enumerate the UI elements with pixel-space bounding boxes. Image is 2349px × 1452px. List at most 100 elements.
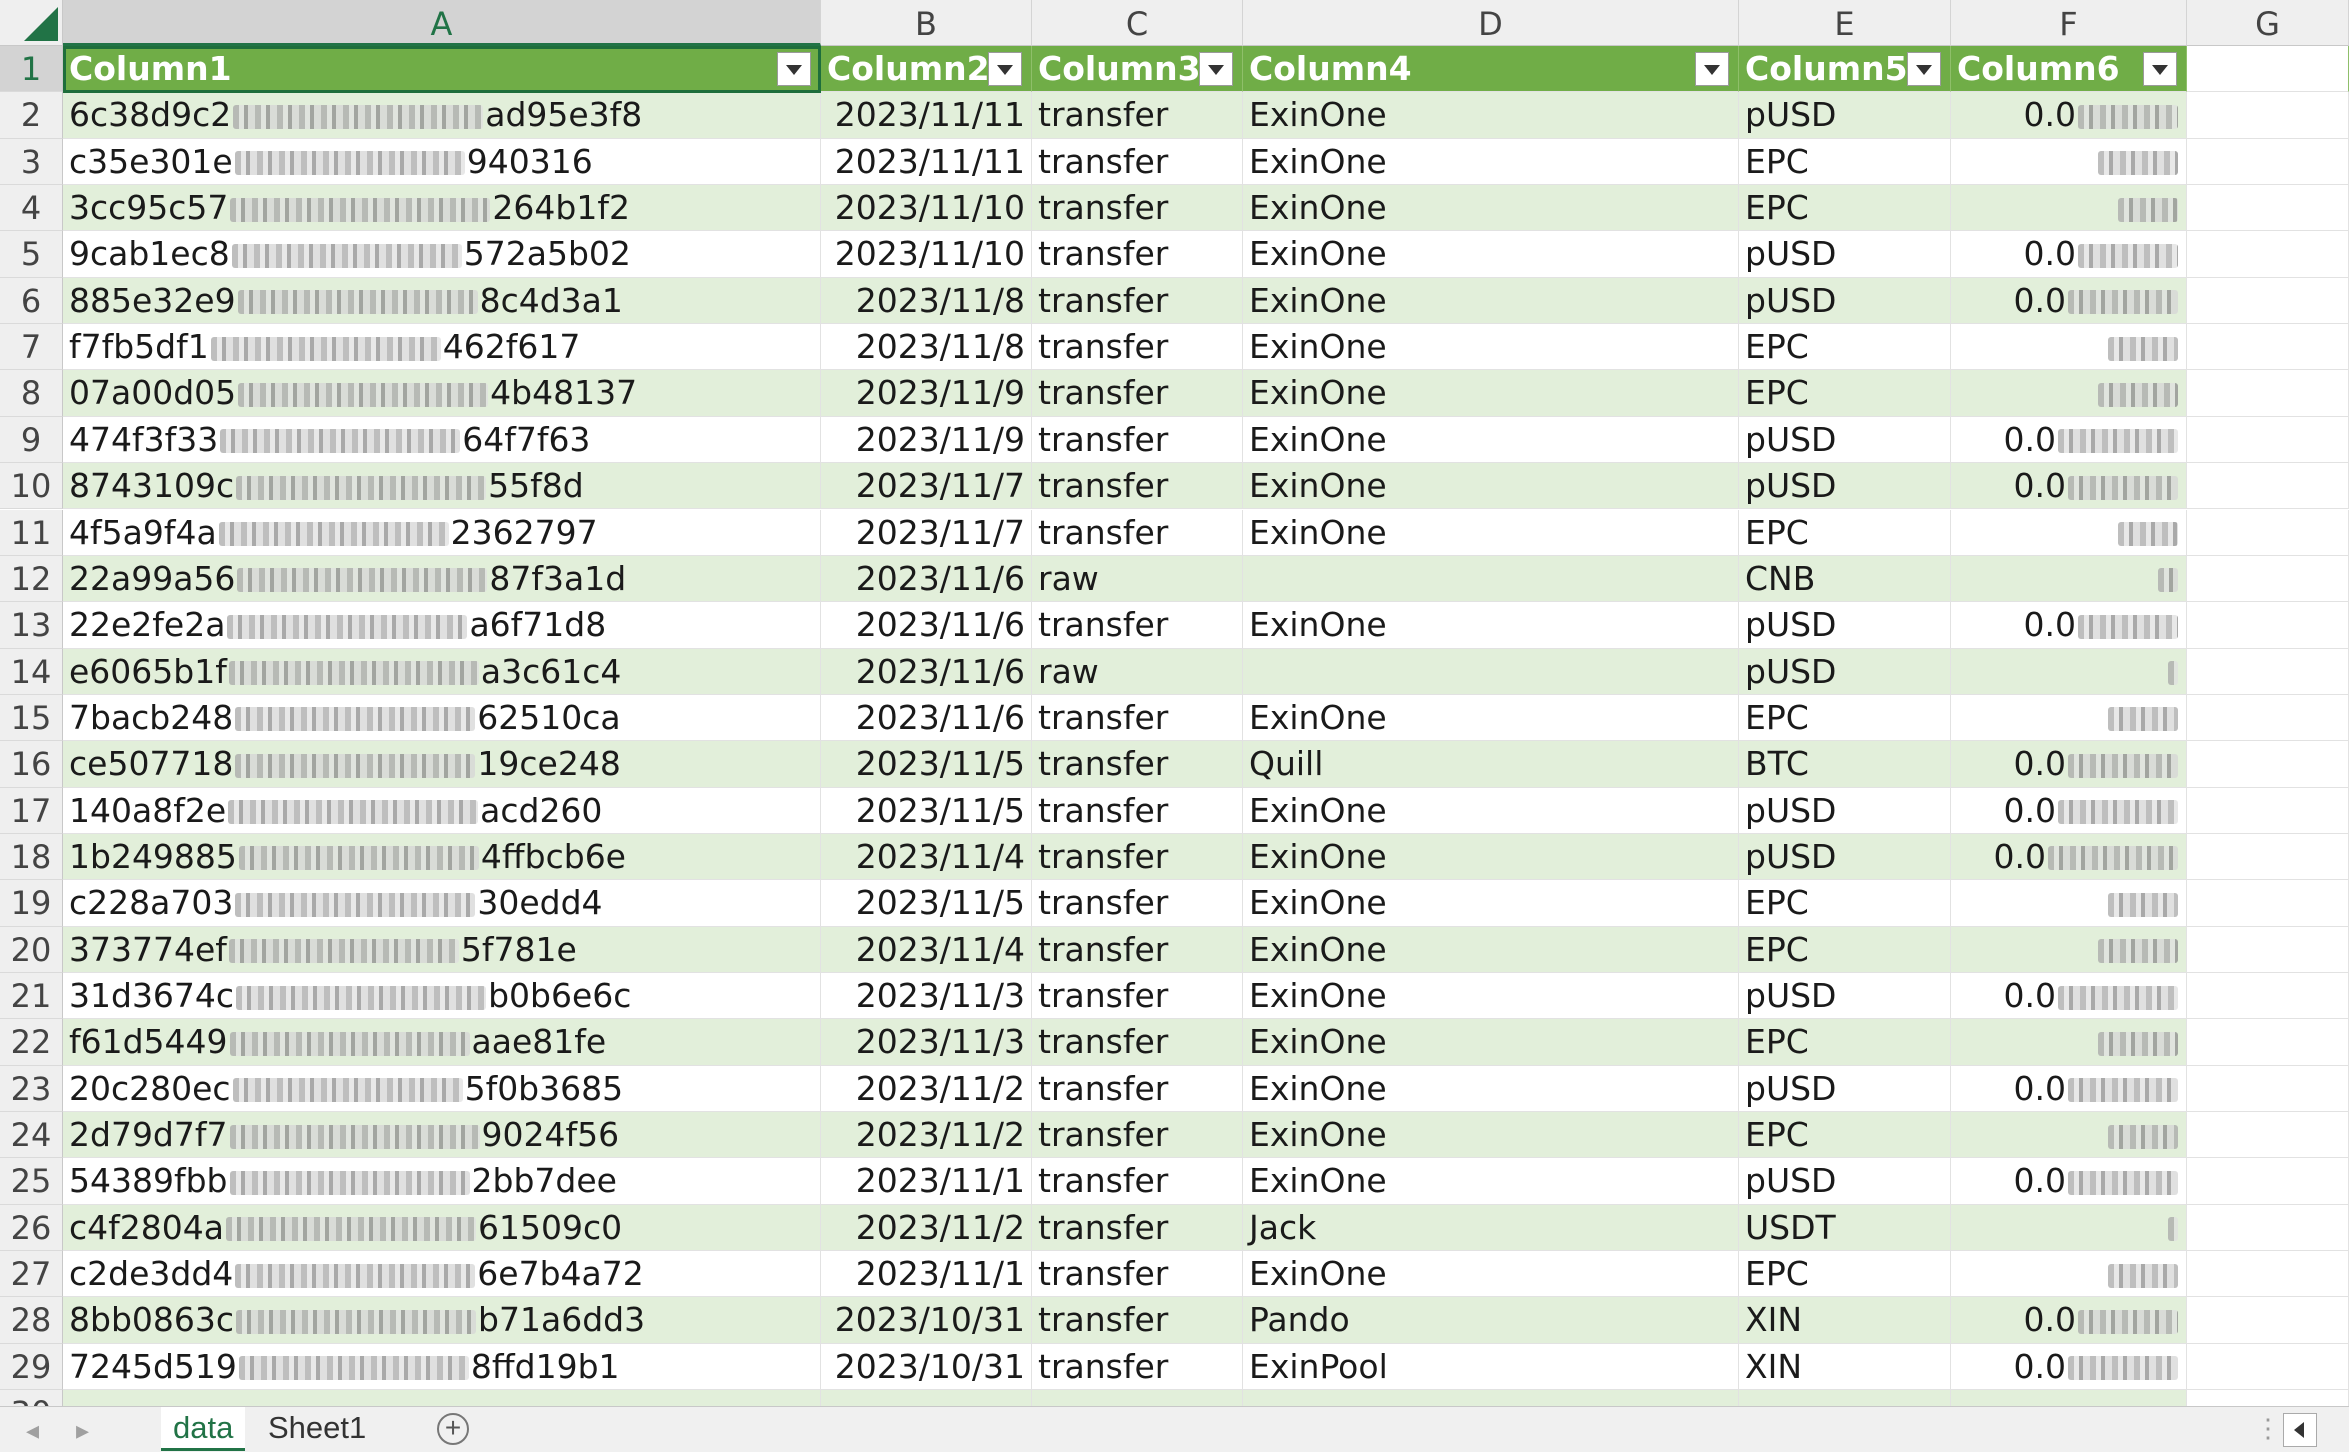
date-cell[interactable]: 2023/11/7 <box>821 509 1032 556</box>
empty-cell[interactable] <box>2187 1343 2349 1391</box>
empty-cell[interactable] <box>2187 1297 2349 1344</box>
date-cell[interactable]: 2023/11/11 <box>821 92 1032 139</box>
id-cell[interactable]: c35e301e 940316 <box>63 138 821 186</box>
app-cell[interactable]: ExinOne <box>1243 324 1739 371</box>
date-cell[interactable]: 2023/11/8 <box>821 277 1032 325</box>
row-header[interactable]: 24 <box>0 1112 63 1159</box>
date-cell[interactable]: 2023/11/5 <box>821 787 1032 834</box>
empty-cell[interactable] <box>2187 463 2349 510</box>
empty-cell[interactable] <box>2187 1251 2349 1298</box>
asset-cell[interactable]: pUSD <box>1739 833 1951 881</box>
type-cell[interactable]: transfer <box>1032 185 1243 232</box>
amount-cell[interactable] <box>1951 185 2187 232</box>
type-cell[interactable]: transfer <box>1032 1204 1243 1252</box>
empty-cell[interactable] <box>2187 185 2349 232</box>
asset-cell[interactable]: EPC <box>1739 926 1951 973</box>
type-cell[interactable]: transfer <box>1032 231 1243 278</box>
date-cell[interactable]: 2023/11/6 <box>821 648 1032 695</box>
asset-cell[interactable]: XIN <box>1739 1343 1951 1391</box>
partial-cell[interactable] <box>1243 1390 1739 1406</box>
id-cell[interactable]: 885e32e9 8c4d3a1 <box>63 277 821 325</box>
asset-cell[interactable]: EPC <box>1739 880 1951 927</box>
date-cell[interactable]: 2023/11/3 <box>821 1019 1032 1066</box>
asset-cell[interactable]: EPC <box>1739 1019 1951 1066</box>
app-cell[interactable] <box>1243 648 1739 695</box>
empty-cell[interactable] <box>2187 1204 2349 1252</box>
filter-dropdown-button[interactable] <box>777 52 811 86</box>
row-header[interactable]: 26 <box>0 1204 63 1252</box>
type-cell[interactable]: transfer <box>1032 324 1243 371</box>
amount-cell[interactable]: 0.0 <box>1951 741 2187 788</box>
date-cell[interactable]: 2023/11/2 <box>821 1065 1032 1113</box>
row-header[interactable]: 6 <box>0 277 63 325</box>
app-cell[interactable]: ExinOne <box>1243 370 1739 417</box>
column-header-c[interactable]: C <box>1032 0 1243 46</box>
date-cell[interactable]: 2023/11/1 <box>821 1158 1032 1205</box>
date-cell[interactable]: 2023/10/31 <box>821 1343 1032 1391</box>
empty-cell[interactable] <box>2187 602 2349 649</box>
row-header[interactable]: 11 <box>0 509 63 556</box>
id-cell[interactable]: c228a703 30edd4 <box>63 880 821 927</box>
type-cell[interactable]: transfer <box>1032 741 1243 788</box>
id-cell[interactable]: 22a99a56 87f3a1d <box>63 555 821 603</box>
asset-cell[interactable]: pUSD <box>1739 973 1951 1020</box>
asset-cell[interactable]: pUSD <box>1739 1158 1951 1205</box>
empty-cell[interactable] <box>2187 787 2349 834</box>
empty-cell[interactable] <box>2187 648 2349 695</box>
empty-cell[interactable] <box>2187 416 2349 464</box>
type-cell[interactable]: transfer <box>1032 1297 1243 1344</box>
row-header[interactable]: 21 <box>0 973 63 1020</box>
partial-cell[interactable] <box>63 1390 821 1406</box>
filter-dropdown-button[interactable] <box>1199 52 1233 86</box>
type-cell[interactable]: transfer <box>1032 973 1243 1020</box>
row-header[interactable]: 18 <box>0 833 63 881</box>
type-cell[interactable]: transfer <box>1032 92 1243 139</box>
header-cell[interactable]: Column5 <box>1739 46 1951 93</box>
partial-cell[interactable] <box>1739 1390 1951 1406</box>
amount-cell[interactable] <box>1951 1204 2187 1252</box>
date-cell[interactable]: 2023/11/11 <box>821 138 1032 186</box>
type-cell[interactable]: transfer <box>1032 1019 1243 1066</box>
amount-cell[interactable] <box>1951 324 2187 371</box>
amount-cell[interactable]: 0.0 <box>1951 602 2187 649</box>
id-cell[interactable]: ce507718 19ce248 <box>63 741 821 788</box>
date-cell[interactable]: 2023/11/10 <box>821 185 1032 232</box>
id-cell[interactable]: 7bacb248 62510ca <box>63 694 821 742</box>
date-cell[interactable]: 2023/11/7 <box>821 463 1032 510</box>
type-cell[interactable]: transfer <box>1032 509 1243 556</box>
type-cell[interactable]: raw <box>1032 648 1243 695</box>
date-cell[interactable]: 2023/11/3 <box>821 973 1032 1020</box>
id-cell[interactable]: 1b249885 4ffbcb6e <box>63 833 821 881</box>
header-cell[interactable]: Column4 <box>1243 46 1739 93</box>
id-cell[interactable]: 20c280ec 5f0b3685 <box>63 1065 821 1113</box>
row-header[interactable]: 1 <box>0 46 63 93</box>
type-cell[interactable]: transfer <box>1032 602 1243 649</box>
empty-cell[interactable] <box>2187 138 2349 186</box>
empty-cell[interactable] <box>2187 926 2349 973</box>
app-cell[interactable]: ExinOne <box>1243 1019 1739 1066</box>
amount-cell[interactable] <box>1951 138 2187 186</box>
id-cell[interactable]: 8bb0863c b71a6dd3 <box>63 1297 821 1344</box>
empty-cell[interactable] <box>2187 833 2349 881</box>
amount-cell[interactable]: 0.0 <box>1951 973 2187 1020</box>
app-cell[interactable]: ExinOne <box>1243 509 1739 556</box>
type-cell[interactable]: transfer <box>1032 926 1243 973</box>
app-cell[interactable]: ExinOne <box>1243 92 1739 139</box>
row-header[interactable]: 19 <box>0 880 63 927</box>
date-cell[interactable]: 2023/11/6 <box>821 555 1032 603</box>
type-cell[interactable]: transfer <box>1032 1065 1243 1113</box>
app-cell[interactable]: ExinOne <box>1243 694 1739 742</box>
column-header-b[interactable]: B <box>821 0 1032 46</box>
id-cell[interactable]: f61d5449 aae81fe <box>63 1019 821 1066</box>
date-cell[interactable]: 2023/11/10 <box>821 231 1032 278</box>
app-cell[interactable]: ExinOne <box>1243 833 1739 881</box>
splitter-handle-icon[interactable]: ⋮ <box>2255 1413 2281 1444</box>
asset-cell[interactable]: pUSD <box>1739 277 1951 325</box>
date-cell[interactable]: 2023/11/1 <box>821 1251 1032 1298</box>
row-header[interactable]: 25 <box>0 1158 63 1205</box>
amount-cell[interactable] <box>1951 509 2187 556</box>
app-cell[interactable]: ExinPool <box>1243 1343 1739 1391</box>
asset-cell[interactable]: pUSD <box>1739 92 1951 139</box>
amount-cell[interactable]: 0.0 <box>1951 1297 2187 1344</box>
date-cell[interactable]: 2023/10/31 <box>821 1297 1032 1344</box>
